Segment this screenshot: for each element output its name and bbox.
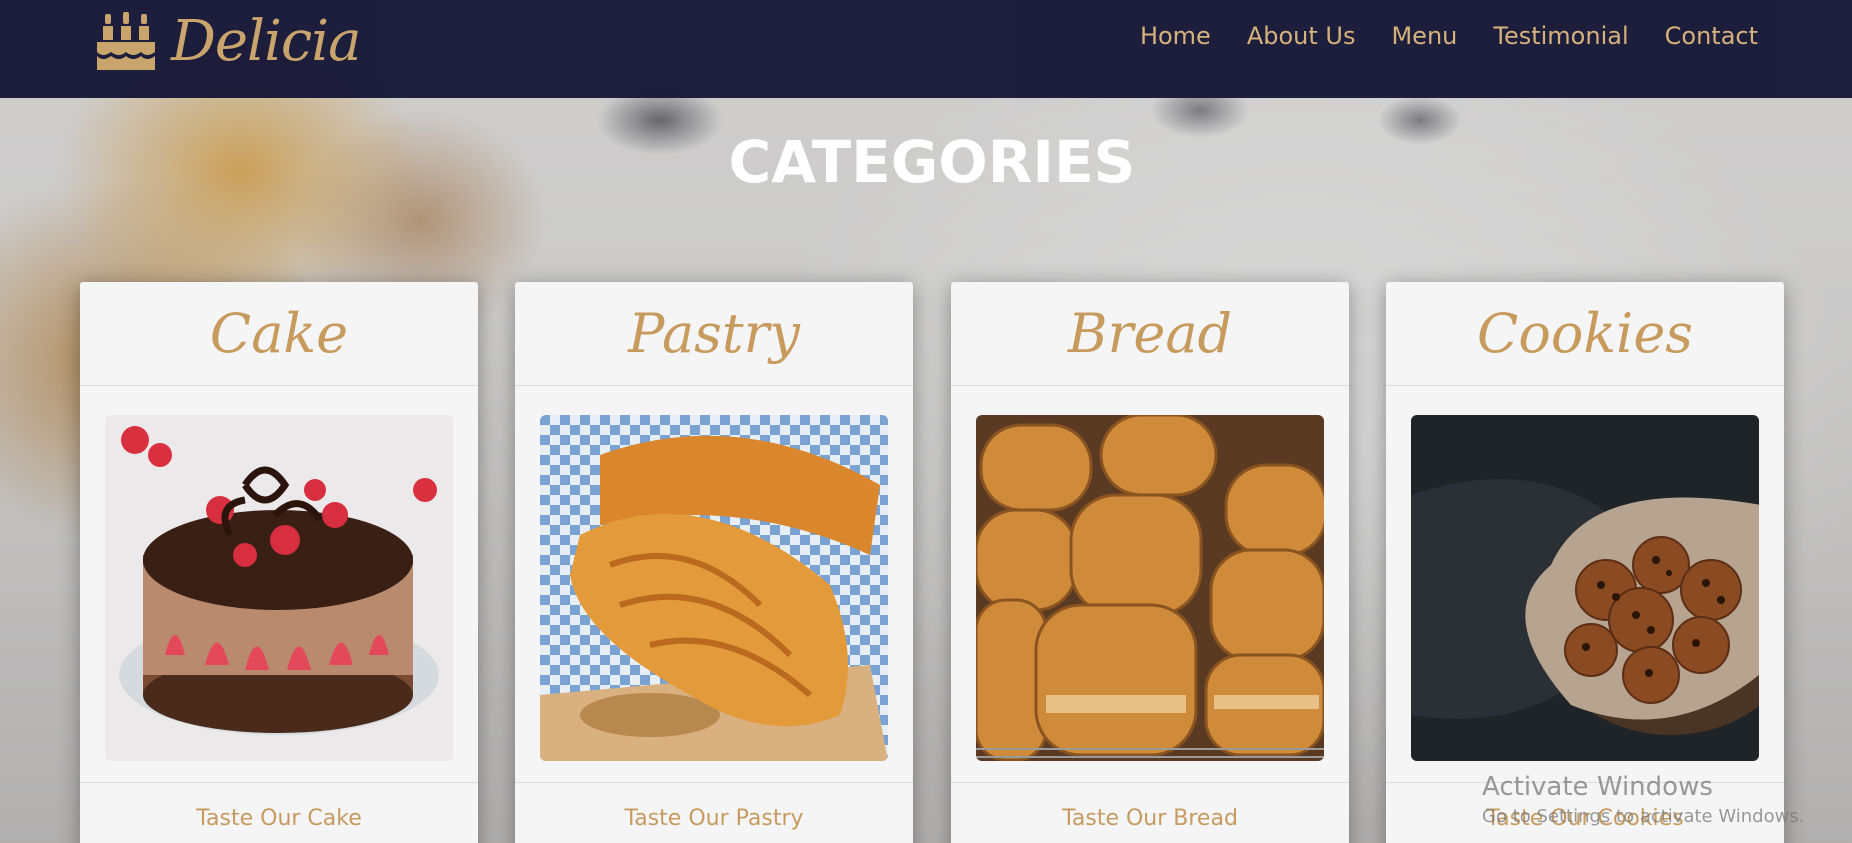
- nav-item-contact[interactable]: Contact: [1665, 22, 1758, 50]
- nav-item-testimonial[interactable]: Testimonial: [1493, 22, 1628, 50]
- cake-image[interactable]: [105, 415, 453, 761]
- watermark-subtitle: Go to Settings to activate Windows.: [1482, 806, 1805, 827]
- logo[interactable]: Delicia: [95, 6, 362, 76]
- activate-windows-watermark: Activate Windows Go to Settings to activ…: [1482, 772, 1804, 827]
- pastry-image[interactable]: [540, 415, 888, 761]
- category-card-cookies[interactable]: Cookies Taste Our Cookies: [1386, 282, 1784, 843]
- main-nav: Home About Us Menu Testimonial Contact: [1140, 22, 1758, 50]
- nav-item-home[interactable]: Home: [1140, 22, 1211, 50]
- category-card-bread[interactable]: Bread Taste Our Bread: [951, 282, 1349, 843]
- nav-item-about-us[interactable]: About Us: [1247, 22, 1356, 50]
- bread-image[interactable]: [976, 415, 1324, 761]
- taste-cake-link[interactable]: Taste Our Cake: [196, 806, 362, 831]
- taste-pastry-link[interactable]: Taste Our Pastry: [624, 806, 803, 831]
- card-title: Bread: [1067, 302, 1233, 365]
- card-title: Cake: [209, 302, 349, 365]
- cookies-image[interactable]: [1411, 415, 1759, 761]
- nav-item-menu[interactable]: Menu: [1391, 22, 1457, 50]
- section-title: CATEGORIES: [728, 128, 1136, 196]
- navbar: Delicia Home About Us Menu Testimonial C…: [0, 0, 1852, 98]
- brand-name: Delicia: [171, 8, 362, 74]
- cake-logo-icon: [97, 12, 155, 70]
- card-title: Cookies: [1477, 302, 1693, 365]
- card-title: Pastry: [628, 302, 800, 365]
- taste-bread-link[interactable]: Taste Our Bread: [1062, 806, 1238, 831]
- category-card-cake[interactable]: Cake Taste Our Cake: [80, 282, 478, 843]
- page: Delicia Home About Us Menu Testimonial C…: [0, 0, 1852, 843]
- category-card-pastry[interactable]: Pastry Taste Our Pastry: [515, 282, 913, 843]
- watermark-title: Activate Windows: [1482, 772, 1713, 802]
